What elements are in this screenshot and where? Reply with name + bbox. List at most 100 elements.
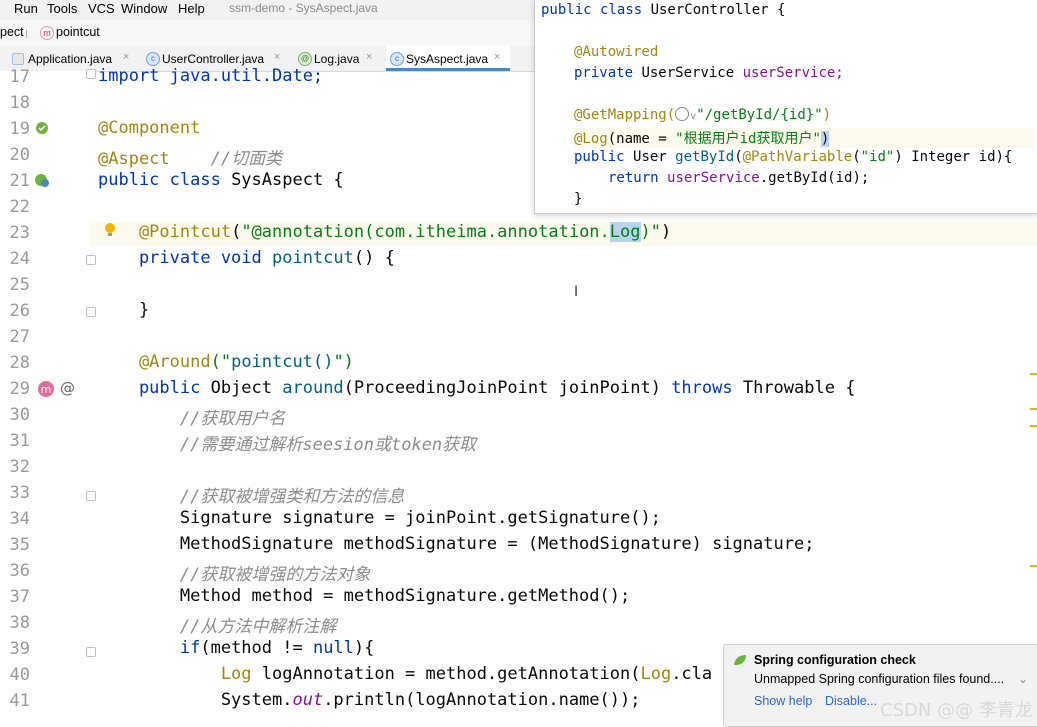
class-icon: c <box>146 52 160 66</box>
popup-line: return userService.getById(id); <box>608 170 869 186</box>
tab-label: Application.java <box>28 52 113 66</box>
menu-run[interactable]: Run <box>14 1 38 16</box>
popup-line: public class UserController { <box>541 2 785 18</box>
line-number: 32 <box>9 457 30 477</box>
code-comment: //获取被增强类和方法的信息 <box>98 487 405 507</box>
code-text: MethodSignature methodSignature = (Metho… <box>98 534 815 554</box>
code-comment: //从方法中解析注解 <box>98 617 337 637</box>
line-number: 37 <box>9 587 30 607</box>
code-text: ( <box>852 149 861 165</box>
popup-line: } <box>574 191 582 207</box>
code-line-31: //需要通过解析seesion或token获取 <box>98 430 476 455</box>
code-line-41: System.out.println(logAnnotation.name())… <box>98 690 641 710</box>
scrollbar-marker[interactable] <box>1030 373 1037 375</box>
tab-sysaspect-java[interactable]: c SysAspect.java × <box>386 46 510 71</box>
code-line-37: Method method = methodSignature.getMetho… <box>98 586 630 606</box>
globe-icon[interactable] <box>675 107 690 121</box>
code-text: (method != <box>200 638 313 658</box>
close-icon[interactable]: × <box>366 51 372 63</box>
line-number: 28 <box>9 353 30 373</box>
scrollbar-marker[interactable] <box>1030 565 1037 567</box>
line-number: 39 <box>9 639 30 659</box>
line-number: 22 <box>9 197 30 217</box>
code-line-39: if(method != null){ <box>98 638 375 658</box>
definition-popup[interactable]: public class UserController { @Autowired… <box>534 0 1037 214</box>
code-text: ){ <box>353 638 375 658</box>
code-text: (name = <box>607 131 676 147</box>
code-text: import java.util.Date; <box>98 66 324 86</box>
code-text: } <box>98 300 150 320</box>
code-string: "/getById/{id}" <box>696 107 823 123</box>
close-icon[interactable]: × <box>274 51 280 63</box>
code-text: private <box>574 65 642 81</box>
fold-marker[interactable] <box>86 307 96 317</box>
menu-tools[interactable]: Tools <box>47 1 77 16</box>
breadcrumb-class[interactable]: pect <box>0 25 24 39</box>
code-text: SysAspect { <box>231 170 344 190</box>
code-text: userService; <box>742 65 844 81</box>
code-string: (" <box>210 352 232 372</box>
line-number: 33 <box>9 483 30 503</box>
code-text: ) <box>822 107 832 123</box>
show-help-link[interactable]: Show help <box>754 694 812 708</box>
fold-marker[interactable] <box>86 491 96 501</box>
code-line-28: @Around("pointcut()") <box>98 352 354 372</box>
code-comment: //需要通过解析seesion或token获取 <box>98 435 477 455</box>
menu-window[interactable]: Window <box>121 1 167 16</box>
tab-label: SysAspect.java <box>406 52 489 66</box>
line-number: 25 <box>9 275 30 295</box>
menu-help[interactable]: Help <box>178 1 205 16</box>
code-string: "根据用户id获取用户" <box>675 131 821 147</box>
code-text: System. <box>98 690 293 710</box>
code-text: private void <box>98 248 272 268</box>
code-comment: //获取用户名 <box>98 409 286 429</box>
close-icon[interactable]: × <box>494 51 500 63</box>
annotation-gutter-icon[interactable]: @ <box>60 379 75 397</box>
code-text: out <box>292 690 324 710</box>
code-line-35: MethodSignature methodSignature = (Metho… <box>98 534 815 554</box>
notification-body: Unmapped Spring configuration files foun… <box>754 672 1005 686</box>
disable-link[interactable]: Disable... <box>825 694 877 708</box>
notification-title: Spring configuration check <box>754 653 916 667</box>
code-line-29: public Object around(ProceedingJoinPoint… <box>98 378 856 398</box>
code-line-33: //获取被增强类和方法的信息 <box>98 482 404 507</box>
code-text: () { <box>353 248 395 268</box>
code-text: User <box>633 149 676 165</box>
line-number: 38 <box>9 613 30 633</box>
close-icon[interactable]: × <box>123 51 129 63</box>
code-text: Signature signature = joinPoint.getSigna… <box>98 508 661 528</box>
java-file-icon <box>12 53 24 65</box>
expand-chevron-icon[interactable]: ⌄ <box>1018 672 1028 686</box>
spring-bean-icon[interactable] <box>34 120 50 136</box>
code-text: Method method = methodSignature.getMetho… <box>98 586 631 606</box>
code-text: public class <box>98 170 232 190</box>
menu-vcs[interactable]: VCS <box>88 1 115 16</box>
aspect-class-icon[interactable] <box>34 172 50 188</box>
code-text: ( <box>734 149 743 165</box>
code-text: ) <box>660 222 672 242</box>
line-number: 30 <box>9 405 30 425</box>
fold-marker[interactable] <box>86 255 96 265</box>
scrollbar-marker[interactable] <box>1030 425 1037 427</box>
code-text: .cla <box>671 664 713 684</box>
code-text: ) <box>820 131 830 147</box>
code-string: )" <box>640 222 661 242</box>
fold-marker[interactable] <box>86 647 96 657</box>
code-text: pointcut() <box>231 352 334 372</box>
popup-line: @Autowired <box>574 44 658 60</box>
code-string: "@annotation(com.itheima.annotation. <box>241 222 610 242</box>
code-text: .println(logAnnotation.name()); <box>323 690 641 710</box>
code-comment: //获取被增强的方法对象 <box>98 565 371 585</box>
code-line-24: private void pointcut() { <box>98 248 395 268</box>
breadcrumb-method[interactable]: pointcut <box>56 25 100 39</box>
code-text: @Component <box>98 118 201 138</box>
scrollbar-marker[interactable] <box>1030 408 1037 410</box>
code-text: @Pointcut <box>98 222 232 242</box>
code-text: return <box>608 170 668 186</box>
line-number: 19 <box>9 119 30 139</box>
advice-navigate-icon[interactable]: m <box>36 379 56 399</box>
tab-label: Log.java <box>314 52 360 66</box>
fold-marker[interactable] <box>86 69 96 79</box>
code-text: getById <box>675 149 735 165</box>
line-number: 20 <box>9 145 30 165</box>
